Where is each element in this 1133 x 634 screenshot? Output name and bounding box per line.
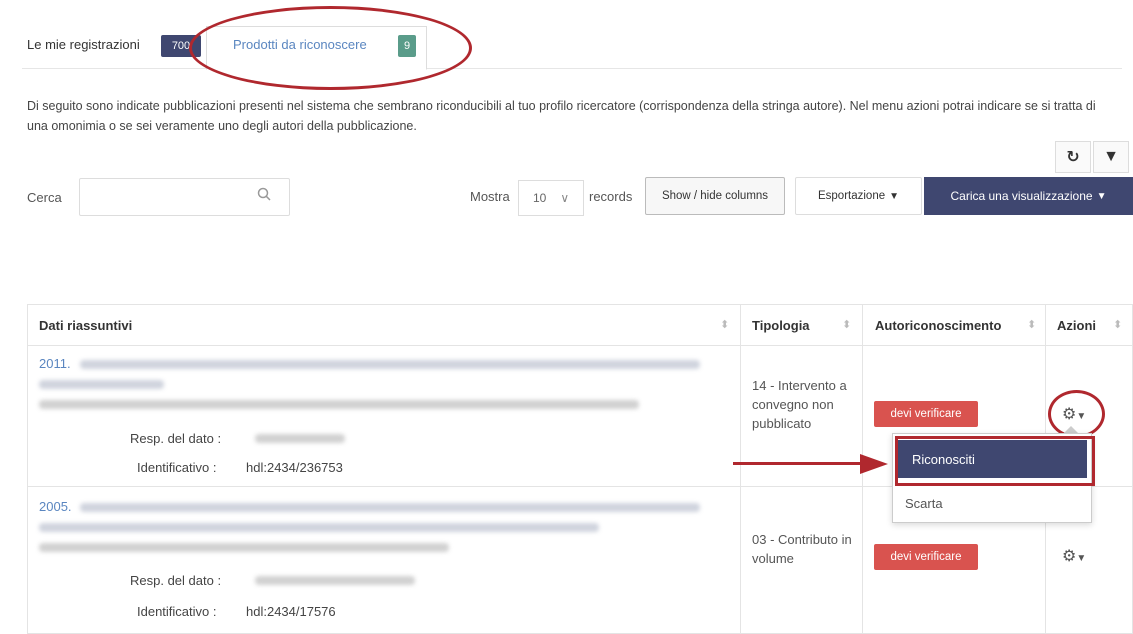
row-year[interactable]: 2011. — [39, 356, 71, 371]
column-header-autoriconoscimento[interactable]: Autoriconoscimento — [875, 318, 1001, 333]
redacted-title — [39, 523, 599, 532]
caret-down-icon: ▼ — [889, 190, 900, 202]
search-icon — [257, 187, 271, 205]
row-tipologia: 03 - Contributo in volume — [752, 532, 852, 566]
identifier-label: Identificativo : — [137, 460, 217, 475]
identifier-label: Identificativo : — [137, 604, 217, 619]
records-label: records — [589, 189, 633, 204]
page-size-value: 10 — [533, 191, 547, 205]
redacted-title — [80, 360, 700, 369]
row-year[interactable]: 2005. — [39, 499, 72, 514]
refresh-icon: ↻ — [1066, 149, 1080, 166]
redacted-title — [80, 503, 700, 512]
sort-icon[interactable]: ⬍ — [842, 318, 851, 331]
export-button[interactable]: Esportazione ▼ — [795, 177, 922, 215]
annotation-ellipse-tab — [189, 6, 472, 90]
column-header-azioni: Azioni — [1057, 318, 1096, 333]
column-header-dati[interactable]: Dati riassuntivi — [39, 318, 132, 333]
sort-icon[interactable]: ⬍ — [720, 318, 729, 331]
row-tipologia: 14 - Intervento a convegno non pubblicat… — [752, 378, 847, 431]
sort-icon[interactable]: ⬍ — [1113, 318, 1122, 331]
redacted-resp — [255, 434, 345, 443]
resp-label: Resp. del dato : — [130, 573, 222, 588]
status-badge[interactable]: devi verificare — [874, 544, 978, 570]
filter-button[interactable]: ▼ — [1093, 141, 1129, 173]
search-label: Cerca — [27, 190, 62, 205]
chevron-down-icon: ∨ — [560, 191, 570, 205]
page-description: Di seguito sono indicate pubblicazioni p… — [27, 99, 1096, 133]
annotation-arrow-line — [733, 462, 863, 465]
export-label: Esportazione — [817, 190, 886, 202]
column-header-tipologia[interactable]: Tipologia — [752, 318, 810, 333]
resp-label: Resp. del dato : — [130, 431, 222, 446]
caret-down-icon: ▼ — [1096, 190, 1107, 202]
show-hide-columns-button[interactable]: Show / hide columns — [645, 177, 785, 215]
status-badge[interactable]: devi verificare — [874, 401, 978, 427]
redacted-authors — [39, 543, 449, 552]
tabs-divider — [22, 68, 1122, 69]
redacted-title — [39, 380, 164, 389]
identifier-value: hdl:2434/236753 — [246, 460, 343, 475]
menu-item-scarta[interactable]: Scarta — [905, 496, 943, 511]
gear-icon[interactable]: ⚙▼ — [1062, 546, 1086, 566]
redacted-resp — [255, 576, 415, 585]
page-size-select[interactable]: 10 ∨ — [518, 180, 584, 216]
tab-my-registrations[interactable]: Le mie registrazioni — [27, 37, 140, 52]
annotation-frame-riconosciti — [895, 436, 1095, 486]
refresh-button[interactable]: ↻ — [1055, 141, 1091, 173]
sort-icon[interactable]: ⬍ — [1027, 318, 1036, 331]
column-divider — [740, 304, 741, 634]
load-view-button[interactable]: Carica una visualizzazione ▼ — [924, 177, 1133, 215]
annotation-arrow-head — [860, 454, 888, 474]
load-view-label: Carica una visualizzazione — [950, 189, 1093, 203]
show-label: Mostra — [470, 189, 510, 204]
identifier-value: hdl:2434/17576 — [246, 604, 336, 619]
filter-icon: ▼ — [1103, 148, 1119, 165]
redacted-authors — [39, 400, 639, 409]
